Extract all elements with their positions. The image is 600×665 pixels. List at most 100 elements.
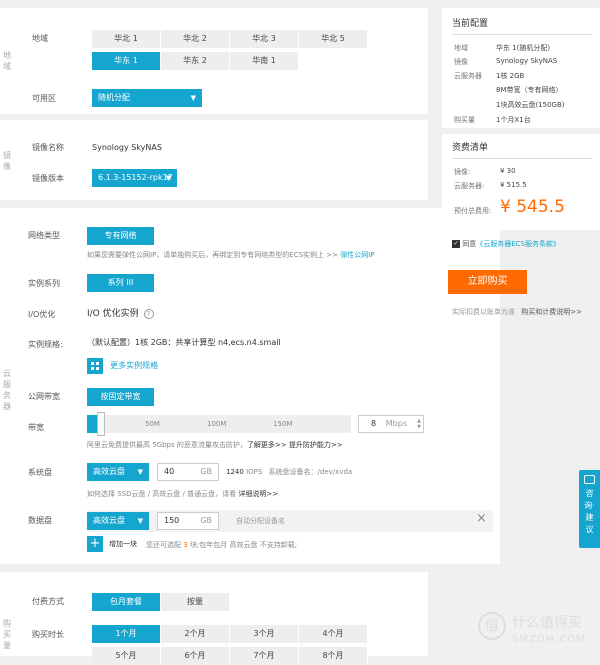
add-disk-hint-pre: 您还可选配 [146,541,181,549]
bw-hint-text: 阿里云免费提供最高 5Gbps 的恶意流量攻击防护， [87,441,247,449]
zone-select[interactable]: 随机分配 ▼ [92,89,202,107]
add-disk-hint-num: 3 [183,541,188,549]
image-version-select[interactable]: 6.1.3-15152-rpk17 ▼ [92,169,177,187]
io-value-text: I/O 优化实例 [87,309,139,319]
total-label: 预付总费用: [454,207,492,215]
summary-row-key: 镜像 [454,58,468,66]
bw-input-value: 8 [371,419,377,428]
sysdisk-label: 系统盘 [28,468,52,477]
region-btn-huabei1[interactable]: 华北 1 [92,30,161,48]
duration-7m[interactable]: 7个月 [230,647,299,665]
help-icon[interactable]: ? [143,309,154,319]
footer-link[interactable]: 购买和计费说明>> [521,308,582,316]
chevron-down-icon: ▼ [190,94,196,102]
duration-6m[interactable]: 6个月 [161,647,230,665]
cost-row-image: 镜像: ¥ 30 [454,167,516,177]
feedback-tab[interactable]: 咨询·建议 [579,470,600,548]
datadisk-type-select[interactable]: 高效云盘 ▼ [87,512,149,530]
region-btn-huadong2[interactable]: 华东 2 [161,52,230,70]
grid-icon [87,357,103,374]
duration-4m[interactable]: 4个月 [299,625,368,643]
pay-monthly-button[interactable]: 包月套餐 [92,593,161,611]
feedback-tab-text: 咨询·建议 [584,489,595,534]
duration-8m[interactable]: 8个月 [299,647,368,665]
bw-type-label: 公网带宽 [28,392,60,401]
summary-panel: 当前配置 地域 华东 1(随机分配) 镜像 Synology SkyNAS 云服务器… [442,8,600,128]
watermark-logo: 值 [478,612,506,640]
cost-row-value: ¥ 30 [500,167,516,175]
close-icon[interactable]: × [476,511,487,526]
sysdisk-hint: 如何选择 SSD云盘 / 高效云盘 / 普通云盘，请看 详细说明>> [87,489,278,499]
region-btn-huabei2[interactable]: 华北 2 [161,30,230,48]
add-disk-label[interactable]: 增加一块 [109,539,137,549]
zone-select-value: 随机分配 [98,93,130,102]
datadisk-label: 数据盘 [28,516,52,525]
agree-label: 同意 [462,240,477,248]
bw-slider-handle[interactable] [97,412,105,436]
duration-2m[interactable]: 2个月 [161,625,230,643]
summary-row-key: 购买量 [454,116,475,124]
network-type-button[interactable]: 专有网络 [87,227,155,245]
summary-row-value: 1个月X1台 [496,116,531,124]
region-btn-huadong1[interactable]: 华东 1 [92,52,161,70]
region-btn-huabei5[interactable]: 华北 5 [299,30,368,48]
sysdisk-size-value: 40 [164,467,175,476]
spec-label: 实例规格: [28,340,63,349]
duration-1m[interactable]: 1个月 [92,625,161,643]
bw-slider[interactable]: 50M 100M 150M [87,412,351,436]
series-label: 实例系列 [28,279,60,288]
footer-left: 实际扣费以账单为准 [452,308,515,316]
sysdisk-type-select[interactable]: 高效云盘 ▼ [87,463,149,481]
region-section-label: 地域 [3,51,11,71]
image-version-value: 6.1.3-15152-rpk17 [98,173,173,182]
add-disk-hint: 您还可选配 3 块;包年包月 高效云盘 不支持卸载; [146,540,297,550]
bw-tick-50: 50M [145,420,160,428]
summary-row-quantity: 购买量 1个月X1台 [454,115,531,125]
add-disk-hint-post: 块;包年包月 高效云盘 不支持卸载; [189,541,298,549]
datadisk-auto: 自动分配设备名 [236,517,285,525]
region-btn-huanan1[interactable]: 华南 1 [230,52,299,70]
datadisk-size-value: 150 [164,516,180,525]
eip-link[interactable]: 弹性公网IP [340,251,374,259]
bw-tick-100: 100M [207,420,227,428]
summary-divider [452,34,592,35]
stepper-icon[interactable]: ▲ ▼ [417,418,421,430]
add-disk-button[interactable]: + [87,536,103,552]
duration-3m[interactable]: 3个月 [230,625,299,643]
region-section: 地域 地域 华北 1 华北 2 华北 3 华北 5 华东 1 华东 2 华南 1… [0,8,428,114]
region-btn-huabei3[interactable]: 华北 3 [230,30,299,48]
chevron-down-icon: ▼ [137,468,143,476]
duration-5m[interactable]: 5个月 [92,647,161,665]
io-label: I/O优化 [28,310,56,319]
io-value: I/O 优化实例 ? [87,306,154,319]
summary-row-value: Synology SkyNAS [496,57,558,65]
agree-row: ✓ 同意《云服务器ECS服务条款》 [452,239,560,249]
zone-label: 可用区 [32,94,56,103]
pay-usage-button[interactable]: 按量 [161,593,230,611]
network-hint-text: 如果您需要弹性公网IP，请单独购买后，再绑定到专有网络类型的ECS实例上 >> [87,251,338,259]
bw-input[interactable]: 8 Mbps ▲ ▼ [358,415,424,433]
more-specs-label: 更多实例规格 [110,361,159,370]
terms-link[interactable]: 《云服务器ECS服务条款》 [476,240,560,248]
pay-label: 付费方式 [32,597,64,606]
summary-row-server: 云服务器 1核 2GB [454,71,524,81]
image-name-label: 镜像名称 [32,143,64,152]
instance-section: 云服务器 网络类型 专有网络 如果您需要弹性公网IP，请单独购买后，再绑定到专有… [0,208,500,564]
series-button[interactable]: 系列 III [87,274,155,292]
chevron-down-icon: ▼ [165,174,171,182]
sysdisk-hint-link[interactable]: 详细说明>> [238,490,278,498]
bw-label: 带宽 [28,423,44,432]
summary-title: 当前配置 [452,19,489,29]
sysdisk-size-input[interactable]: 40 GB [157,463,219,481]
bw-hint-link[interactable]: 了解更多>> 提升防护能力>> [247,441,343,449]
datadisk-size-input[interactable]: 150 GB [157,512,219,530]
more-specs-link[interactable]: 更多实例规格 [87,355,159,374]
agree-checkbox[interactable]: ✓ [452,240,460,248]
summary-row-value: 1块高效云盘(150GB) [496,101,565,109]
summary-row-region: 地域 华东 1(随机分配) [454,43,550,53]
cost-row-key: 镜像: [454,168,471,176]
bw-type-button[interactable]: 按固定带宽 [87,388,155,406]
watermark-sub: SMZDM.COM [512,634,586,645]
buy-now-button[interactable]: 立即购买 [448,270,527,294]
footer-note: 实际扣费以账单为准 购买和计费说明>> [452,307,582,317]
